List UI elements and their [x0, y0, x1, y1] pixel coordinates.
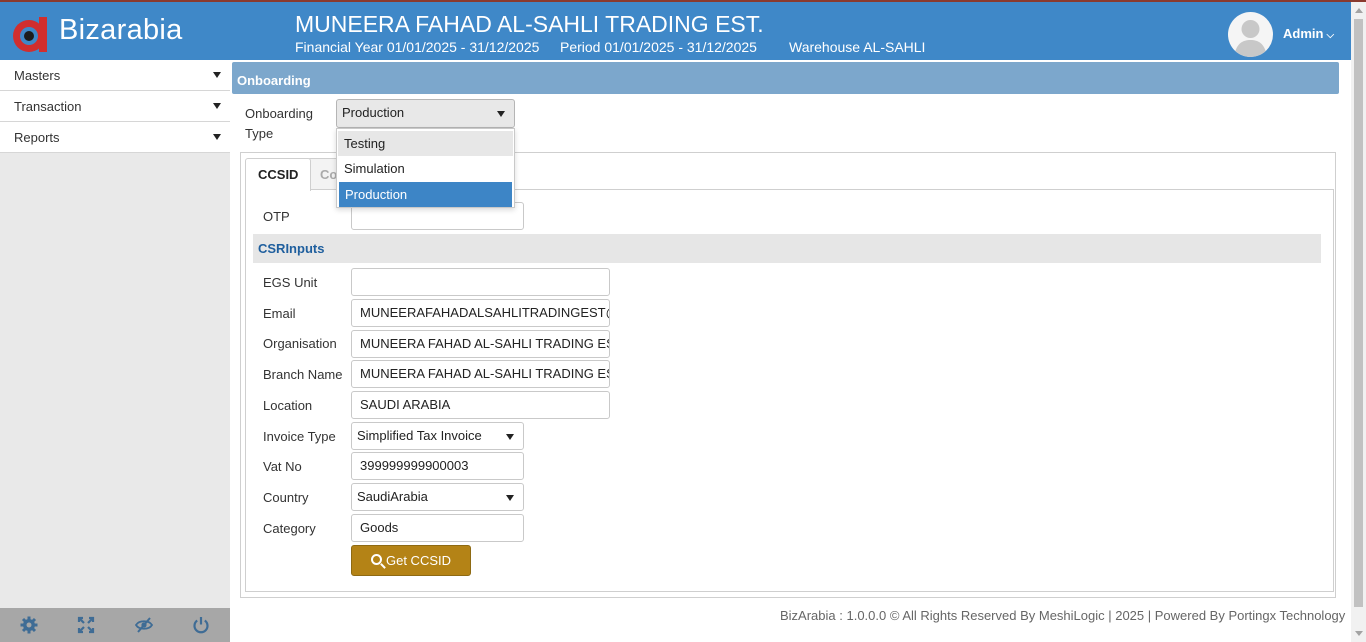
location-field[interactable]: SAUDI ARABIA: [351, 391, 610, 419]
button-label: Get CCSID: [385, 553, 451, 568]
user-silhouette-icon: [1234, 20, 1267, 57]
power-icon[interactable]: [192, 616, 210, 634]
label-line: Type: [245, 126, 274, 141]
caret-down-icon: [213, 103, 221, 109]
bizarabia-logo-icon: [13, 17, 47, 52]
branch-name-label: Branch Name: [263, 367, 343, 382]
section-title: Onboarding: [232, 62, 1339, 94]
email-field[interactable]: MUNEERAFAHADALSAHLITRADINGEST@gmail.com: [351, 299, 610, 327]
scroll-up-icon[interactable]: [1355, 8, 1363, 13]
search-icon: [370, 554, 382, 565]
egs-unit-field[interactable]: [351, 268, 610, 296]
user-menu[interactable]: Admin ⌵: [1283, 26, 1334, 41]
caret-down-icon: [497, 111, 505, 117]
caret-down-icon: [213, 72, 221, 78]
selected-value: SaudiArabia: [357, 489, 428, 504]
caret-down-icon: [506, 495, 514, 501]
scrollbar-thumb[interactable]: [1354, 19, 1363, 607]
main-content: Onboarding Onboarding Type Production Co…: [230, 60, 1351, 642]
chevron-down-icon: ⌵: [1326, 30, 1335, 41]
fullscreen-icon[interactable]: [77, 616, 95, 634]
organisation-field[interactable]: MUNEERA FAHAD AL-SAHLI TRADING EST.: [351, 330, 610, 358]
email-label: Email: [263, 306, 296, 321]
vertical-scrollbar[interactable]: [1351, 2, 1366, 642]
tab-label: Co: [320, 167, 338, 182]
selected-value: Simplified Tax Invoice: [357, 428, 482, 443]
otp-label: OTP: [263, 209, 290, 224]
user-name: Admin: [1283, 26, 1324, 41]
csr-inputs-header: CSRInputs: [253, 234, 1321, 263]
app-name: Bizarabia: [59, 14, 183, 46]
country-select[interactable]: SaudiArabia: [351, 483, 524, 511]
sidebar-item-masters[interactable]: Masters: [0, 60, 230, 91]
app-header: Bizarabia MUNEERA FAHAD AL-SAHLI TRADING…: [0, 2, 1351, 60]
branch-name-field[interactable]: MUNEERA FAHAD AL-SAHLI TRADING EST.: [351, 360, 610, 388]
sidebar-item-label: Masters: [14, 68, 61, 83]
tab-label: CCSID: [258, 167, 299, 182]
sidebar-item-reports[interactable]: Reports: [0, 122, 230, 153]
invoice-type-select[interactable]: Simplified Tax Invoice: [351, 422, 524, 450]
selected-value: Production: [342, 105, 405, 120]
sidebar-footer: [0, 608, 230, 642]
tab-ccsid[interactable]: CCSID: [245, 158, 312, 191]
country-label: Country: [263, 490, 309, 505]
footer-text: BizArabia : 1.0.0.0 © All Rights Reserve…: [780, 608, 1346, 623]
eye-slash-icon[interactable]: [135, 616, 153, 634]
organisation-label: Organisation: [263, 336, 337, 351]
option-testing[interactable]: Testing: [338, 131, 513, 156]
user-avatar[interactable]: [1228, 12, 1273, 57]
financial-year: Financial Year 01/01/2025 - 31/12/2025: [295, 39, 540, 55]
location-label: Location: [263, 398, 313, 413]
caret-down-icon: [506, 434, 514, 440]
get-ccsid-button[interactable]: Get CCSID: [351, 545, 471, 576]
settings-icon[interactable]: [20, 616, 38, 634]
invoice-type-label: Invoice Type: [263, 429, 336, 444]
option-production[interactable]: Production: [339, 182, 512, 207]
option-simulation[interactable]: Simulation: [338, 156, 513, 181]
sidebar-item-label: Reports: [14, 130, 60, 145]
vat-no-field[interactable]: 399999999900003: [351, 452, 524, 480]
period: Period 01/01/2025 - 31/12/2025: [560, 39, 757, 55]
category-label: Category: [263, 521, 316, 536]
label-line: Onboarding: [245, 106, 313, 121]
egs-unit-label: EGS Unit: [263, 275, 318, 290]
onboarding-type-select[interactable]: Production: [336, 99, 515, 128]
onboarding-type-label: Onboarding Type: [245, 104, 313, 144]
caret-down-icon: [213, 134, 221, 140]
warehouse: Warehouse AL-SAHLI: [789, 39, 926, 55]
category-field[interactable]: Goods: [351, 514, 524, 542]
sidebar-item-transaction[interactable]: Transaction: [0, 91, 230, 122]
onboarding-type-dropdown: Testing Simulation Production: [336, 128, 515, 208]
company-name: MUNEERA FAHAD AL-SAHLI TRADING EST.: [295, 11, 764, 37]
sidebar: Masters Transaction Reports: [0, 60, 230, 608]
vat-no-label: Vat No: [263, 459, 302, 474]
sidebar-item-label: Transaction: [14, 99, 82, 114]
scroll-down-icon[interactable]: [1355, 631, 1363, 636]
